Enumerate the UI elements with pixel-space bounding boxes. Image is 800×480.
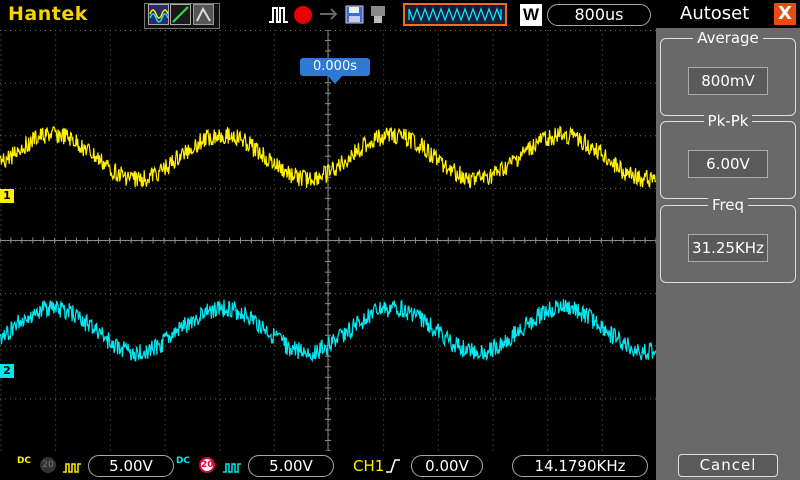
average-value: 800mV [688,67,768,95]
trigger-slope-icon[interactable] [385,458,401,474]
timebar-icon[interactable] [403,3,507,26]
trigger-position-marker[interactable] [328,76,342,84]
window-mode-button[interactable]: W [520,4,542,26]
ch2-volts-div[interactable]: 5.00V [248,455,334,477]
ch2-coupling-icon[interactable]: DC [175,457,191,475]
ch1-volts-div[interactable]: 5.00V [88,455,174,477]
arrow-icon[interactable] [318,4,339,25]
usb-icon[interactable] [368,4,389,25]
trigger-level[interactable]: 0.00V [411,455,483,477]
graticule [0,30,656,451]
waveform-display[interactable]: 0.000s 1 2 [0,30,656,451]
frequency-measurement: Freq 31.25KHz [660,196,796,283]
wave-sine-icon[interactable] [148,4,169,25]
panel-header: Autoset X [656,0,800,28]
pulse-icon[interactable] [268,4,289,25]
autoset-panel: Autoset X Average 800mV Pk-Pk 6.00V Freq… [656,0,800,480]
average-label: Average [693,29,763,47]
ch1-coupling-icon[interactable]: DC [16,457,32,475]
wave-ramp-icon[interactable] [170,4,191,25]
trigger-source[interactable]: CH1 [353,457,384,475]
ch2-probe-icon[interactable] [223,459,241,473]
axis-ticks [0,30,656,451]
ch2-level-marker[interactable]: 2 [0,364,14,378]
freq-label: Freq [707,196,749,214]
cancel-button[interactable]: Cancel [678,454,778,477]
panel-title: Autoset [680,3,750,24]
brand-logo: Hantek [8,3,88,25]
ch2-bandwidth-icon[interactable]: 20 [199,457,215,473]
frequency-readout: 14.1790KHz [512,455,648,477]
ch1-probe-icon[interactable] [63,459,81,473]
top-toolbar: Hantek W 800us [0,0,656,30]
ch1-level-marker[interactable]: 1 [0,189,14,203]
trigger-time-label[interactable]: 0.000s [300,58,370,76]
pkpk-value: 6.00V [688,150,768,178]
pkpk-label: Pk-Pk [703,112,753,130]
close-icon[interactable]: X [774,3,796,25]
pkpk-measurement: Pk-Pk 6.00V [660,112,796,199]
freq-value: 31.25KHz [688,234,768,262]
average-measurement: Average 800mV [660,29,796,116]
timebase-display[interactable]: 800us [547,4,651,26]
save-icon[interactable] [344,4,365,25]
record-icon[interactable] [294,6,312,24]
ch1-bandwidth-icon[interactable]: 20 [40,457,56,473]
persistence-icon[interactable] [193,4,214,25]
bottom-status-bar: DC 20 5.00V DC 20 5.00V CH1 0.00V 14.179… [0,451,656,480]
